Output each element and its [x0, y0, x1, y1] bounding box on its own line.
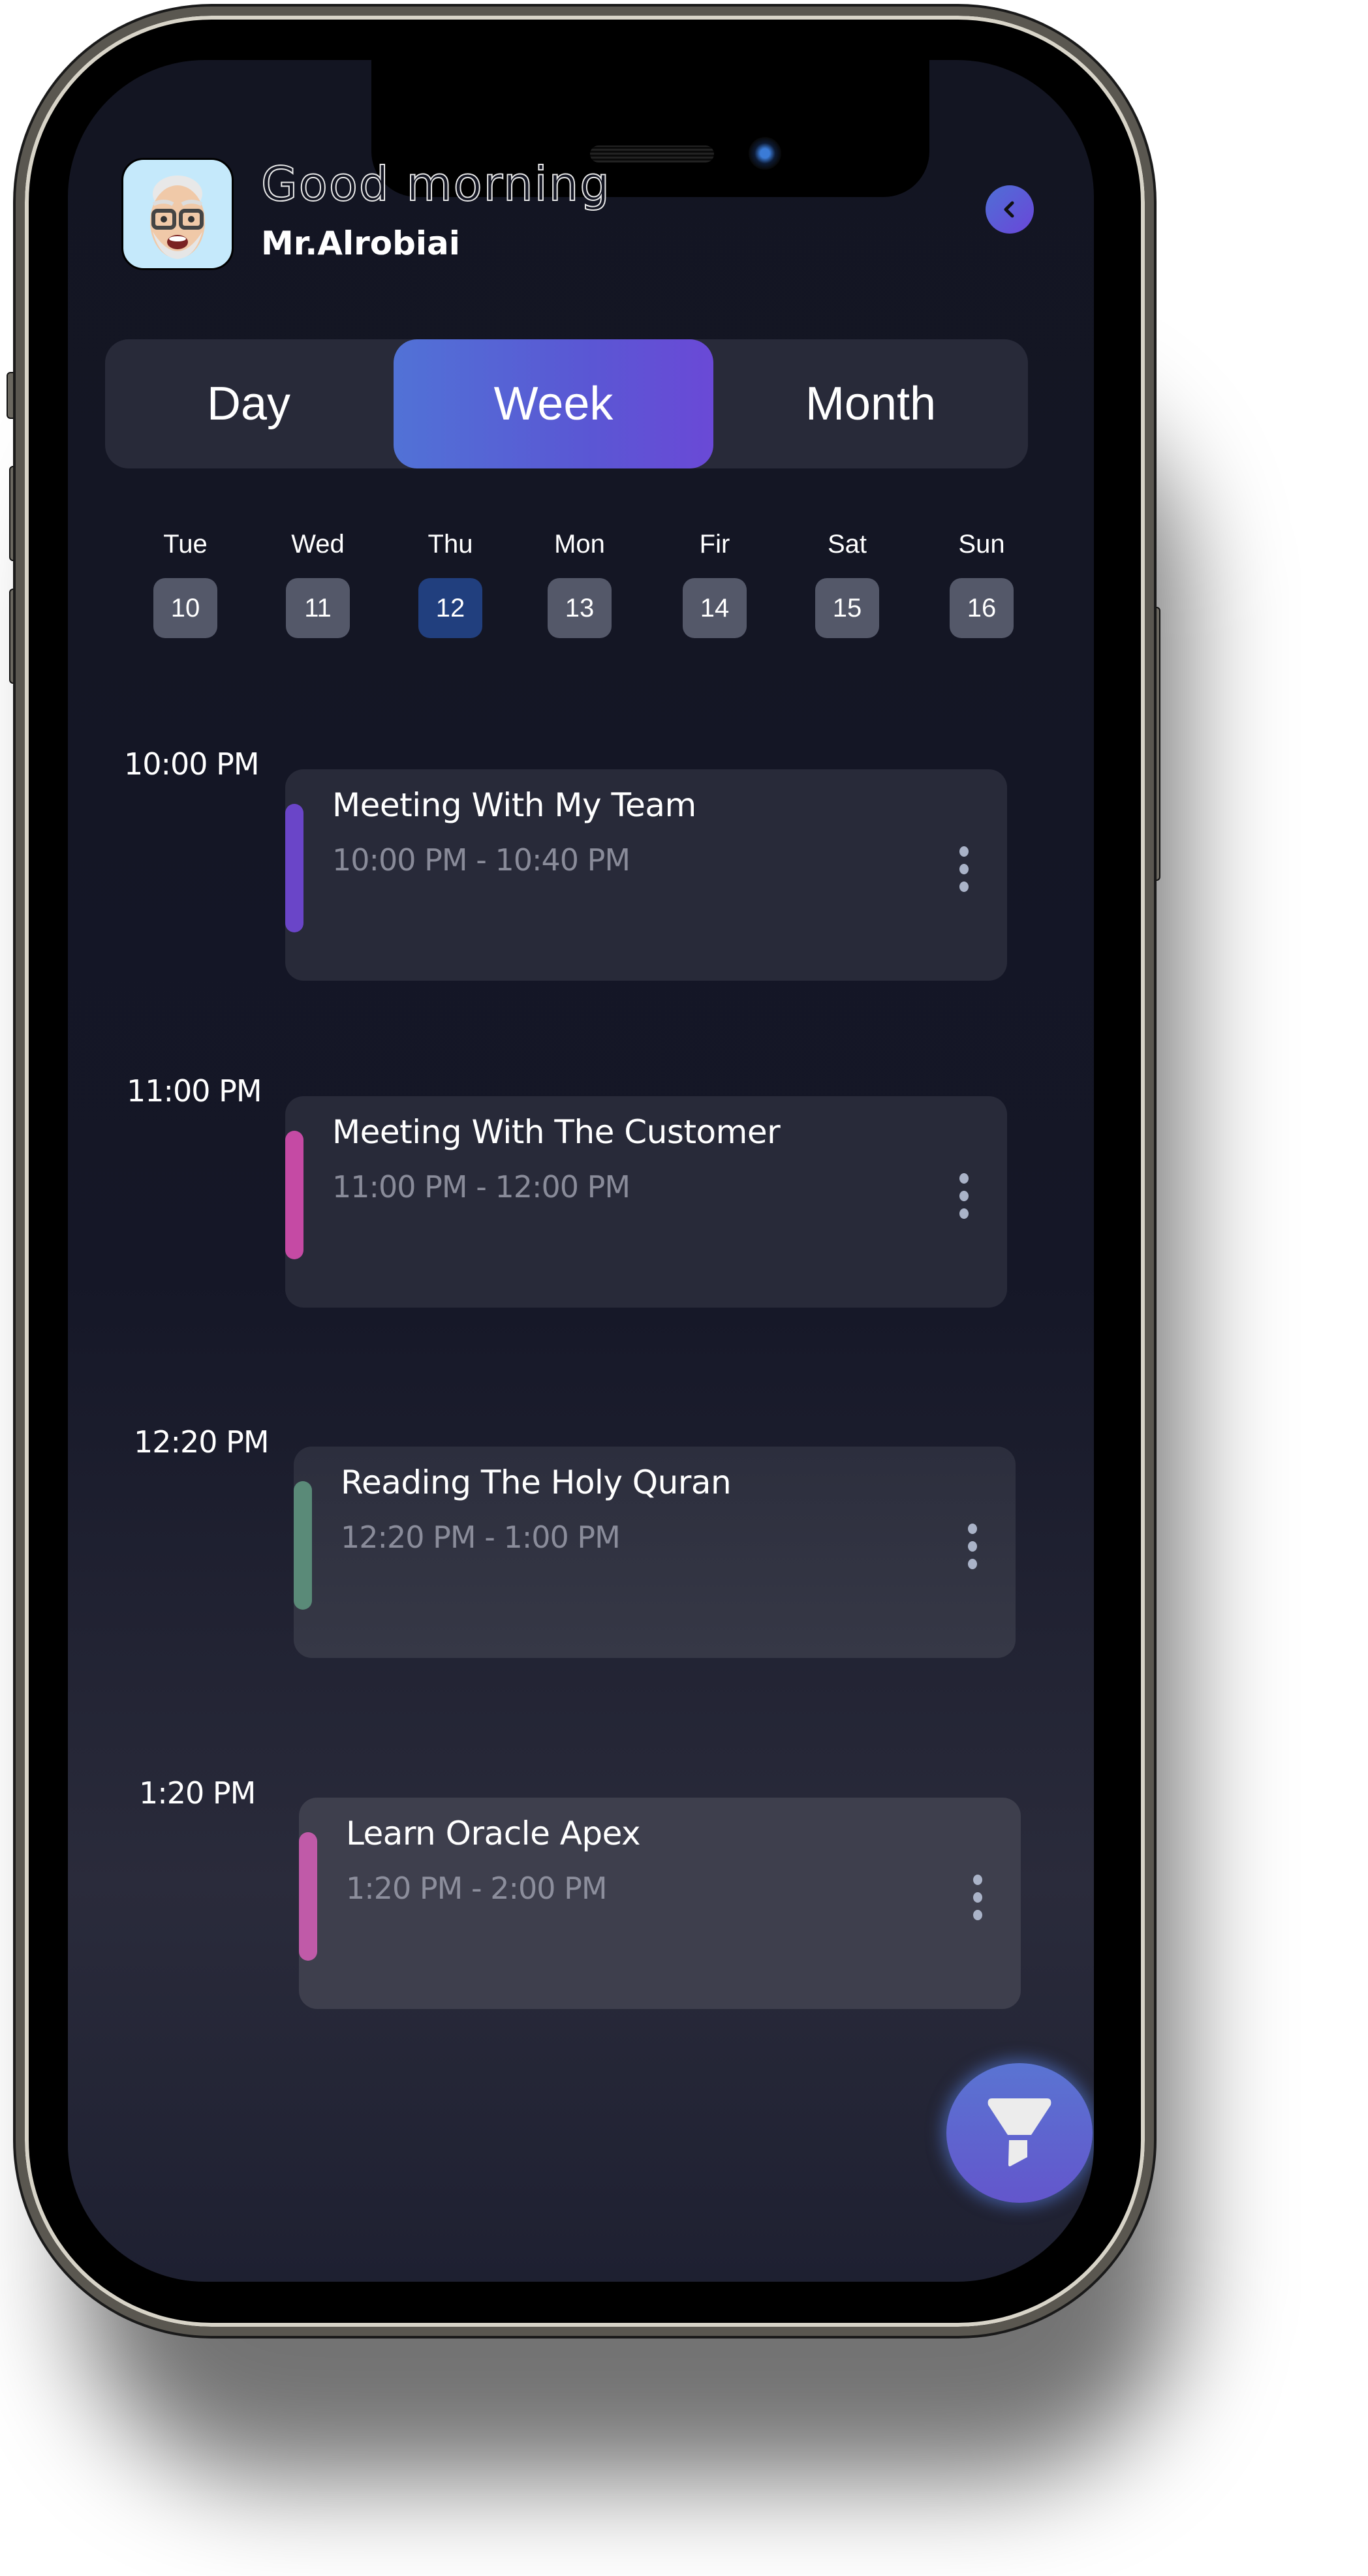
more-options-icon[interactable]	[957, 846, 971, 892]
day-name: Sat	[827, 530, 867, 559]
time-slot-label: 10:00 PM	[124, 746, 260, 782]
event-time: 12:20 PM - 1:00 PM	[341, 1520, 621, 1555]
filter-funnel-icon	[987, 2098, 1051, 2167]
event-color-bar	[299, 1832, 317, 1961]
event-time: 10:00 PM - 10:40 PM	[332, 842, 630, 878]
event-card[interactable]: Reading The Holy Quran 12:20 PM - 1:00 P…	[294, 1447, 1016, 1658]
day-name: Wed	[291, 530, 345, 559]
tab-month-label: Month	[805, 378, 937, 430]
time-slot-label: 1:20 PM	[139, 1775, 256, 1811]
more-options-icon[interactable]	[971, 1875, 984, 1920]
back-button[interactable]	[986, 185, 1034, 234]
day-name: Sun	[958, 530, 1005, 559]
event-time: 1:20 PM - 2:00 PM	[346, 1871, 608, 1906]
event-title: Meeting With The Customer	[332, 1113, 781, 1151]
event-color-bar	[285, 804, 303, 932]
day-item[interactable]: Sat 15	[808, 530, 886, 638]
day-item-selected[interactable]: Thu 12	[411, 530, 490, 638]
greeting-text: Good morning	[260, 156, 611, 212]
day-item[interactable]: Fir 14	[676, 530, 754, 638]
tab-day[interactable]: Day	[105, 339, 392, 468]
event-card[interactable]: Learn Oracle Apex 1:20 PM - 2:00 PM	[299, 1798, 1021, 2009]
event-time: 11:00 PM - 12:00 PM	[332, 1169, 630, 1204]
event-card[interactable]: Meeting With My Team 10:00 PM - 10:40 PM	[285, 769, 1007, 981]
day-item[interactable]: Wed 11	[279, 530, 357, 638]
day-number: 13	[548, 578, 612, 638]
event-card[interactable]: Meeting With The Customer 11:00 PM - 12:…	[285, 1096, 1007, 1308]
tab-week-label: Week	[493, 378, 614, 430]
filter-button[interactable]	[946, 2063, 1093, 2203]
day-number: 11	[286, 578, 350, 638]
app-screen: Good morning Mr.Alrobiai Day Week Month …	[68, 60, 1094, 2282]
more-options-icon[interactable]	[957, 1173, 971, 1219]
day-name: Thu	[428, 530, 473, 559]
day-name: Mon	[554, 530, 605, 559]
more-options-icon[interactable]	[966, 1524, 979, 1569]
day-name: Tue	[163, 530, 208, 559]
front-camera	[749, 137, 781, 170]
day-name: Fir	[699, 530, 730, 559]
view-switcher: Day Week Month	[105, 339, 1028, 468]
day-number: 14	[683, 578, 747, 638]
tab-day-label: Day	[206, 378, 291, 430]
day-number: 12	[418, 578, 482, 638]
event-color-bar	[285, 1131, 303, 1259]
tab-month[interactable]: Month	[713, 339, 1028, 468]
day-item[interactable]: Sun 16	[942, 530, 1021, 638]
day-item[interactable]: Mon 13	[540, 530, 619, 638]
event-title: Reading The Holy Quran	[341, 1464, 732, 1501]
day-item[interactable]: Tue 10	[146, 530, 225, 638]
memoji-avatar-icon	[150, 176, 205, 259]
event-title: Meeting With My Team	[332, 786, 696, 824]
avatar[interactable]	[121, 158, 234, 270]
chevron-left-icon	[1004, 201, 1014, 218]
time-slot-label: 12:20 PM	[134, 1424, 270, 1460]
day-number: 15	[815, 578, 879, 638]
tab-week[interactable]: Week	[394, 339, 713, 468]
event-color-bar	[294, 1481, 312, 1610]
event-title: Learn Oracle Apex	[346, 1815, 641, 1852]
day-number: 16	[950, 578, 1014, 638]
time-slot-label: 11:00 PM	[127, 1073, 262, 1109]
username: Mr.Alrobiai	[261, 224, 460, 262]
day-number: 10	[153, 578, 217, 638]
